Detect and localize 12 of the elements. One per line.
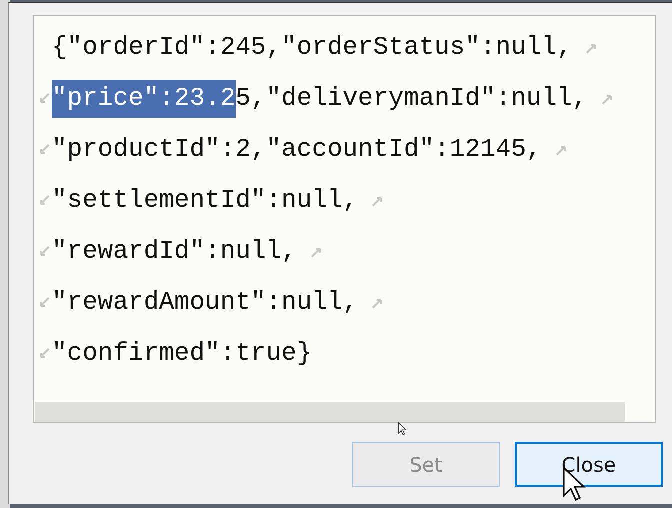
- code-text: "confirmed":true}: [52, 338, 312, 370]
- code-text: "settlementId":null,: [52, 184, 358, 216]
- code-text: {"orderId":245,"orderStatus":null,: [52, 32, 572, 64]
- code-text: 5,"deliverymanId":null,: [236, 82, 588, 114]
- horizontal-scrollbar[interactable]: [35, 402, 625, 422]
- text-area[interactable]: {"orderId":245,"orderStatus":null, "price":23.25,"deliverymanId":null, "productId":2,"accountId":12145, "settlementId":null, "rewardId":null, "rewardAmount":null, "confirmed":true}: [33, 15, 656, 423]
- mouse-pointer-icon: [398, 422, 407, 436]
- dialog-button[interactable]: Close: [515, 442, 663, 487]
- code-text: "productId":2,"accountId":12145,: [52, 134, 542, 166]
- selected-text: "price":23.2: [52, 80, 236, 118]
- code-text: "rewardAmount":null,: [52, 286, 358, 318]
- code-text: "rewardId":null,: [52, 236, 297, 268]
